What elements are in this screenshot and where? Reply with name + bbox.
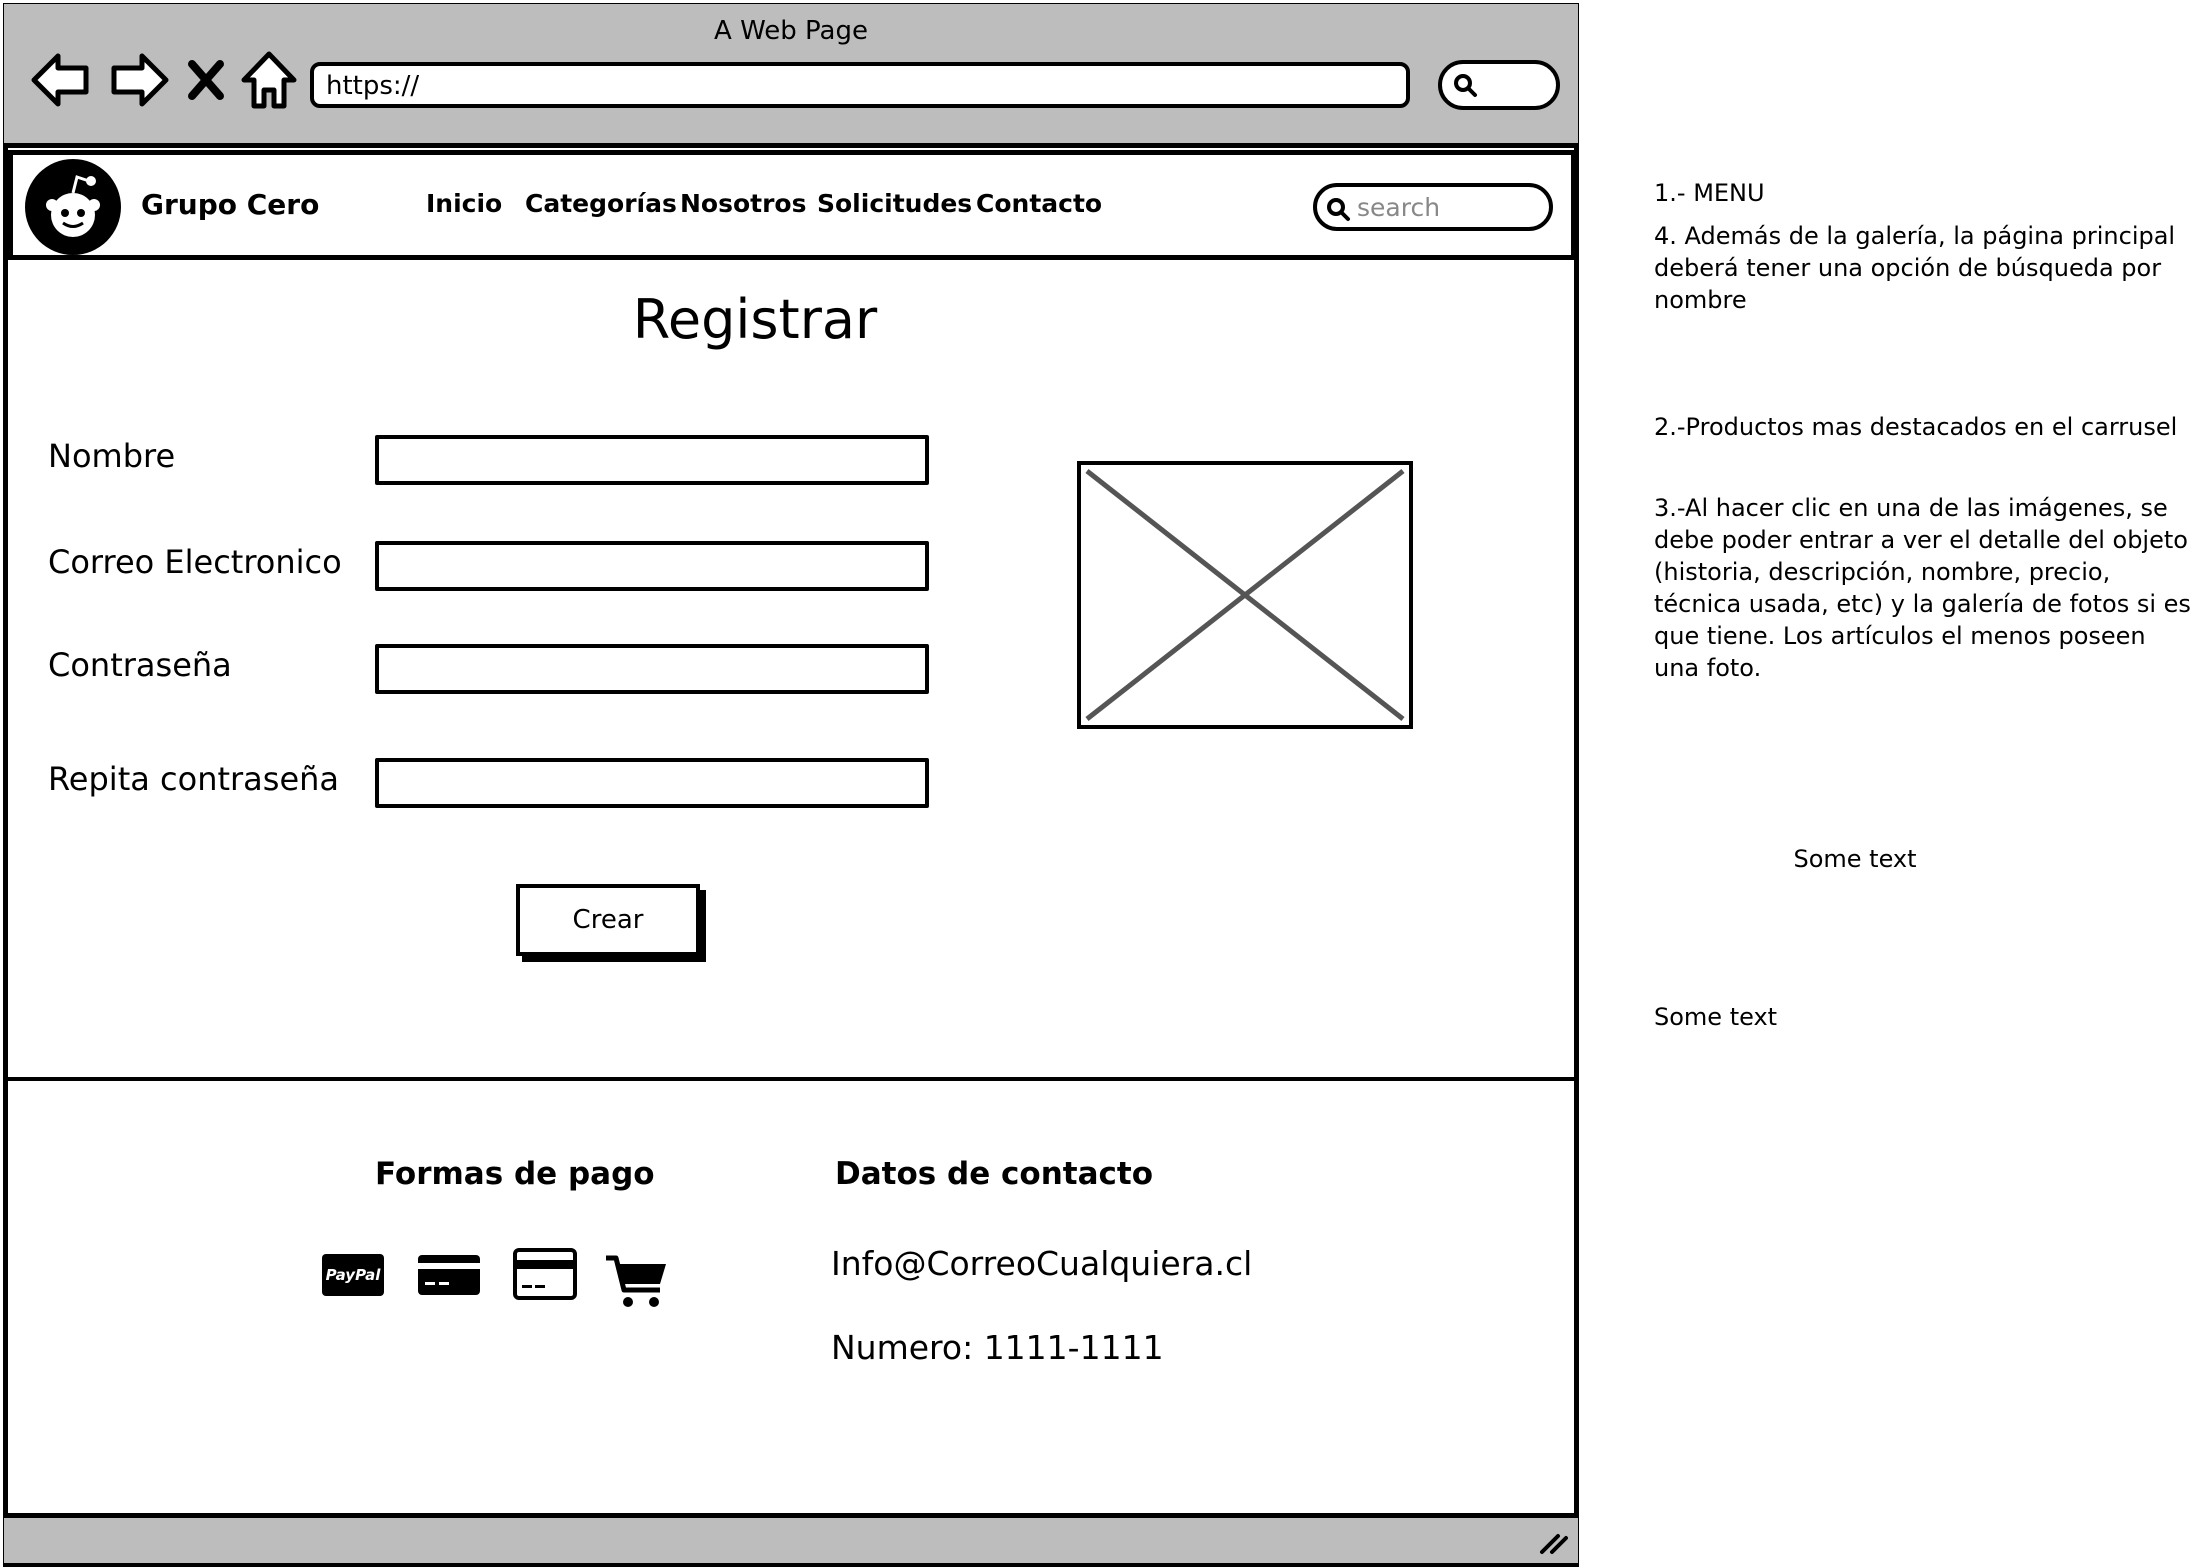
repeat-password-field[interactable] xyxy=(375,758,929,808)
payment-heading: Formas de pago xyxy=(375,1156,655,1192)
page-title: Registrar xyxy=(632,288,878,351)
image-placeholder-icon xyxy=(1085,469,1405,721)
menu-item-solicitudes[interactable]: Solicitudes xyxy=(817,189,972,218)
email-field[interactable] xyxy=(375,541,929,591)
forward-arrow-icon[interactable] xyxy=(108,48,170,112)
back-arrow-icon[interactable] xyxy=(30,48,92,112)
logo[interactable] xyxy=(25,159,121,255)
search-input[interactable] xyxy=(1355,191,1545,223)
browser-titlebar: A Web Page https:// xyxy=(4,4,1578,148)
menu-item-contacto[interactable]: Contacto xyxy=(976,189,1102,218)
home-icon[interactable] xyxy=(238,48,300,112)
note-detail: 3.-Al hacer clic en una de las imágenes,… xyxy=(1654,494,2191,682)
contact-email[interactable]: Info@CorreoCualquiera.cl xyxy=(831,1244,1252,1283)
resize-grip-icon[interactable] xyxy=(1536,1526,1570,1556)
credit-card-icon xyxy=(417,1254,481,1296)
browser-search-box[interactable] xyxy=(1438,60,1560,110)
footer-divider xyxy=(8,1077,1576,1081)
window-title: A Web Page xyxy=(714,16,868,46)
note-carousel: 2.-Productos mas destacados en el carrus… xyxy=(1654,413,2178,441)
nombre-field[interactable] xyxy=(375,435,929,485)
password-label: Contraseña xyxy=(48,646,232,684)
site-header: Grupo Cero Inicio Categorías Nosotros So… xyxy=(8,150,1576,260)
browser-statusbar xyxy=(4,1513,1578,1563)
search-icon xyxy=(1325,196,1351,222)
nombre-label: Nombre xyxy=(48,437,176,475)
paypal-icon: PayPal xyxy=(322,1254,384,1296)
email-label: Correo Electronico xyxy=(48,543,342,581)
note-some-text-centered: Some text xyxy=(1793,845,1917,873)
menu-item-nosotros[interactable]: Nosotros xyxy=(680,189,807,218)
menu-item-categorias[interactable]: Categorías xyxy=(525,189,677,218)
header-search-box xyxy=(1313,183,1553,231)
shopping-cart-icon xyxy=(604,1254,668,1310)
repeat-password-label: Repita contraseña xyxy=(48,760,340,798)
contact-heading: Datos de contacto xyxy=(835,1156,1153,1192)
brand-name[interactable]: Grupo Cero xyxy=(141,188,319,221)
note-some-text: Some text xyxy=(1654,1003,1778,1031)
password-field[interactable] xyxy=(375,644,929,694)
reddit-alien-icon xyxy=(46,175,100,237)
image-placeholder xyxy=(1077,461,1413,729)
url-text: https:// xyxy=(326,71,420,101)
search-icon xyxy=(1452,72,1478,98)
note-menu: 1.- MENU xyxy=(1654,179,1765,207)
note-search: 4. Además de la galería, la página princ… xyxy=(1654,222,2176,314)
contact-phone: Numero: 1111-1111 xyxy=(831,1328,1164,1367)
stop-x-icon[interactable] xyxy=(184,48,228,112)
url-bar[interactable]: https:// xyxy=(310,62,1410,108)
create-button[interactable]: Crear xyxy=(516,884,700,956)
menu-item-inicio[interactable]: Inicio xyxy=(426,189,502,218)
debit-card-icon xyxy=(513,1248,577,1300)
